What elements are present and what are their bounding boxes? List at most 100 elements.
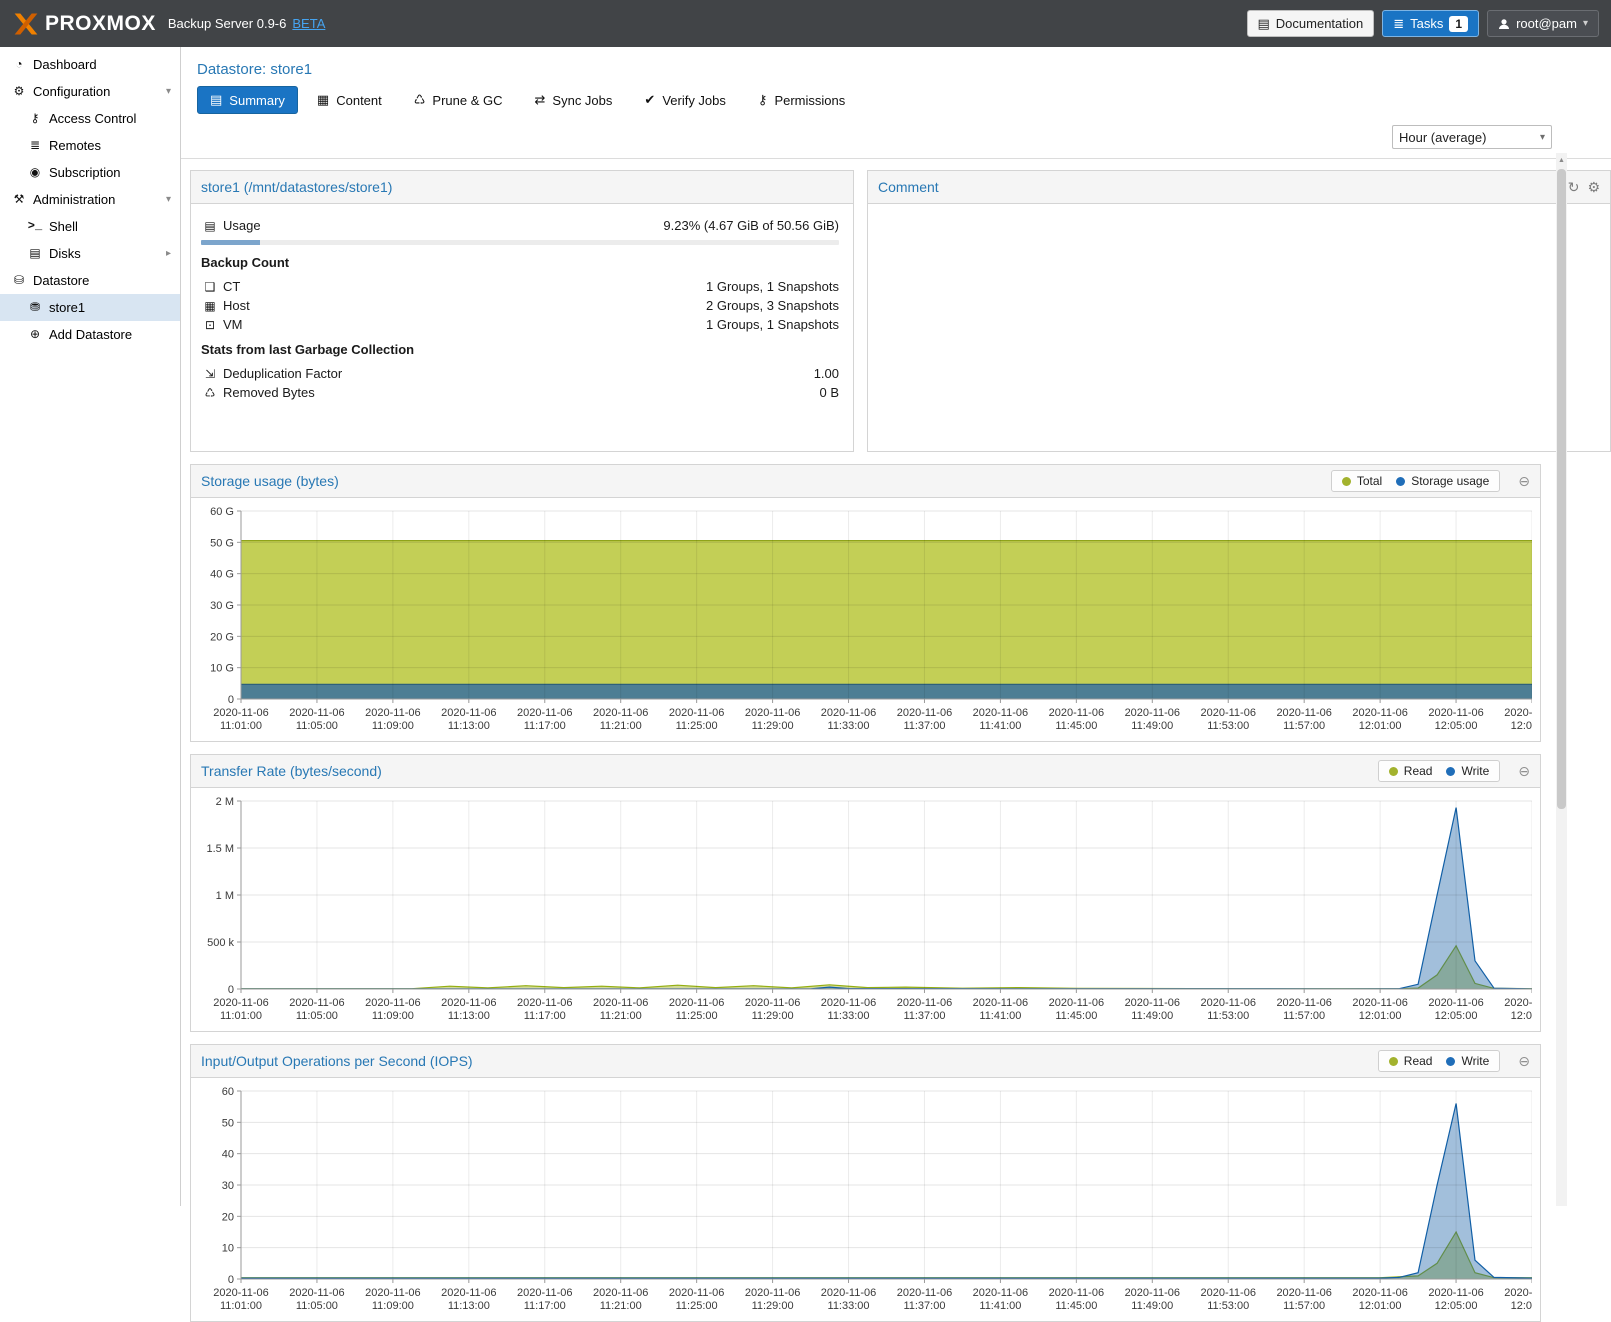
scrollbar-thumb[interactable]	[1557, 169, 1566, 809]
ct-icon: ❑	[201, 280, 219, 294]
sidebar-item-add-datastore[interactable]: ⊕Add Datastore	[0, 321, 180, 348]
svg-text:2020-11-06: 2020-11-06	[897, 997, 952, 1009]
sidebar-item-label: Add Datastore	[49, 321, 132, 348]
svg-text:2020-11-06: 2020-11-06	[365, 1287, 420, 1299]
sidebar-item-subscription[interactable]: ◉Subscription	[0, 159, 180, 186]
svg-text:11:25:00: 11:25:00	[676, 720, 718, 732]
gear-icon[interactable]: ⚙	[1587, 179, 1600, 196]
legend-item-total[interactable]: Total	[1342, 474, 1382, 488]
beta-link[interactable]: BETA	[292, 16, 325, 31]
sidebar-item-remotes[interactable]: ≣Remotes	[0, 132, 180, 159]
svg-text:11:53:00: 11:53:00	[1207, 1010, 1249, 1022]
collapse-icon[interactable]: ⊖	[1518, 1053, 1530, 1070]
stat-row-removed-bytes: ♺Removed Bytes0 B	[201, 383, 839, 402]
svg-text:11:45:00: 11:45:00	[1055, 720, 1097, 732]
tab-verify-jobs[interactable]: ✔Verify Jobs	[631, 86, 739, 114]
svg-text:2020-11-06: 2020-11-06	[1125, 1287, 1180, 1299]
expander-icon[interactable]: ▾	[166, 78, 171, 105]
svg-text:2020-11-06: 2020-11-06	[593, 1287, 648, 1299]
tab-prune-gc[interactable]: ♺Prune & GC	[401, 86, 516, 114]
gc-stats-rows: ⇲Deduplication Factor1.00♺Removed Bytes0…	[201, 364, 839, 402]
svg-text:2020-11-06: 2020-11-06	[973, 1287, 1028, 1299]
collapse-icon[interactable]: ⊖	[1518, 473, 1530, 490]
legend-item-write[interactable]: Write	[1446, 1054, 1489, 1068]
shell-icon: >_	[26, 213, 44, 240]
svg-text:40 G: 40 G	[210, 569, 234, 581]
svg-text:0: 0	[228, 984, 234, 996]
svg-text:2020-11-06: 2020-11-06	[1049, 1287, 1104, 1299]
svg-text:2020-11-06: 2020-11-06	[745, 997, 800, 1009]
svg-text:10 G: 10 G	[210, 663, 234, 675]
svg-text:2020-11-06: 2020-11-06	[213, 1287, 268, 1299]
tab-label: Prune & GC	[432, 93, 502, 108]
svg-text:2020-11-06: 2020-11-06	[1352, 707, 1407, 719]
svg-text:20: 20	[222, 1211, 234, 1223]
reload-icon[interactable]: ↻	[1568, 179, 1580, 196]
user-menu-button[interactable]: root@pam ▾	[1487, 10, 1599, 37]
expander-icon[interactable]: ▸	[166, 240, 171, 267]
stat-row-ct: ❑CT1 Groups, 1 Snapshots	[201, 277, 839, 296]
sidebar-nav: ◔Dashboard⚙Configuration▾⚷Access Control…	[0, 47, 181, 1206]
sidebar-item-administration[interactable]: ⚒Administration▾	[0, 186, 180, 213]
tab-sync-jobs[interactable]: ⇄Sync Jobs	[522, 86, 626, 114]
documentation-button[interactable]: ▤ Documentation	[1247, 10, 1375, 37]
svg-text:2020-11-06: 2020-11-06	[745, 1287, 800, 1299]
legend-item-write[interactable]: Write	[1446, 764, 1489, 778]
svg-text:2020-11-06: 2020-11-06	[365, 707, 420, 719]
book-icon: ▤	[1258, 17, 1270, 30]
legend-dot	[1342, 477, 1351, 486]
expander-icon[interactable]: ▾	[166, 186, 171, 213]
documentation-label: Documentation	[1276, 16, 1363, 31]
svg-text:11:49:00: 11:49:00	[1131, 1300, 1173, 1312]
svg-text:2020-11-06: 2020-11-06	[1125, 707, 1180, 719]
tab-summary[interactable]: ▤Summary	[197, 86, 298, 114]
stat-row-deduplication-factor: ⇲Deduplication Factor1.00	[201, 364, 839, 383]
timeframe-select[interactable]: Hour (average) ▾	[1392, 125, 1552, 149]
scroll-up-arrow[interactable]: ▲	[1556, 153, 1567, 167]
chevron-down-icon[interactable]: ▾	[1540, 132, 1545, 143]
sidebar-item-disks[interactable]: ▤Disks▸	[0, 240, 180, 267]
add-icon: ⊕	[26, 321, 44, 348]
legend-item-read[interactable]: Read	[1389, 764, 1433, 778]
svg-text:60: 60	[222, 1086, 234, 1098]
legend-label: Read	[1404, 764, 1433, 778]
tab-permissions[interactable]: ⚷Permissions	[745, 86, 858, 114]
svg-text:2020-11-06: 2020-11-06	[669, 707, 724, 719]
collapse-icon[interactable]: ⊖	[1518, 763, 1530, 780]
legend-dot	[1446, 1057, 1455, 1066]
svg-text:1.5 M: 1.5 M	[206, 843, 234, 855]
svg-text:0: 0	[228, 694, 234, 706]
sync-icon: ⇄	[535, 92, 546, 108]
disk-usage-icon: ▤	[201, 219, 219, 233]
dedup-icon: ⇲	[201, 367, 219, 381]
store-icon: ⛃	[26, 294, 44, 321]
sidebar-item-store1[interactable]: ⛃store1	[0, 294, 180, 321]
sidebar-item-datastore[interactable]: ⛁Datastore	[0, 267, 180, 294]
stat-value: 1 Groups, 1 Snapshots	[706, 317, 839, 332]
svg-text:2020-11-06: 2020-11-06	[1201, 707, 1256, 719]
vertical-scrollbar[interactable]: ▲	[1556, 153, 1567, 1206]
vm-icon: ⊡	[201, 318, 219, 332]
svg-text:11:13:00: 11:13:00	[448, 720, 490, 732]
backup-count-title: Backup Count	[201, 255, 839, 270]
sidebar-item-label: Subscription	[49, 159, 121, 186]
sidebar-item-access-control[interactable]: ⚷Access Control	[0, 105, 180, 132]
svg-text:11:21:00: 11:21:00	[600, 1300, 642, 1312]
sidebar-item-shell[interactable]: >_Shell	[0, 213, 180, 240]
tasks-button[interactable]: ≣ Tasks 1	[1382, 10, 1479, 37]
tab-content[interactable]: ▦Content	[304, 86, 395, 114]
svg-text:11:13:00: 11:13:00	[448, 1010, 490, 1022]
legend-item-read[interactable]: Read	[1389, 1054, 1433, 1068]
svg-text:2020-11-06: 2020-11-06	[593, 707, 648, 719]
sidebar-item-configuration[interactable]: ⚙Configuration▾	[0, 78, 180, 105]
svg-text:2020-11-06: 2020-11-06	[1201, 997, 1256, 1009]
sidebar-item-dashboard[interactable]: ◔Dashboard	[0, 51, 180, 78]
svg-text:2020-11-06: 2020-11-06	[1352, 1287, 1407, 1299]
svg-text:2 M: 2 M	[216, 796, 234, 808]
tasks-list-icon: ≣	[1393, 17, 1404, 30]
brand-text: PROXMOX	[45, 12, 156, 36]
datastore-summary-panel: store1 (/mnt/datastores/store1) ▤ Usage …	[190, 170, 854, 452]
svg-text:2020-11-06: 2020-11-06	[289, 707, 344, 719]
summary-panel-header: store1 (/mnt/datastores/store1)	[191, 171, 853, 204]
legend-item-storage-usage[interactable]: Storage usage	[1396, 474, 1489, 488]
